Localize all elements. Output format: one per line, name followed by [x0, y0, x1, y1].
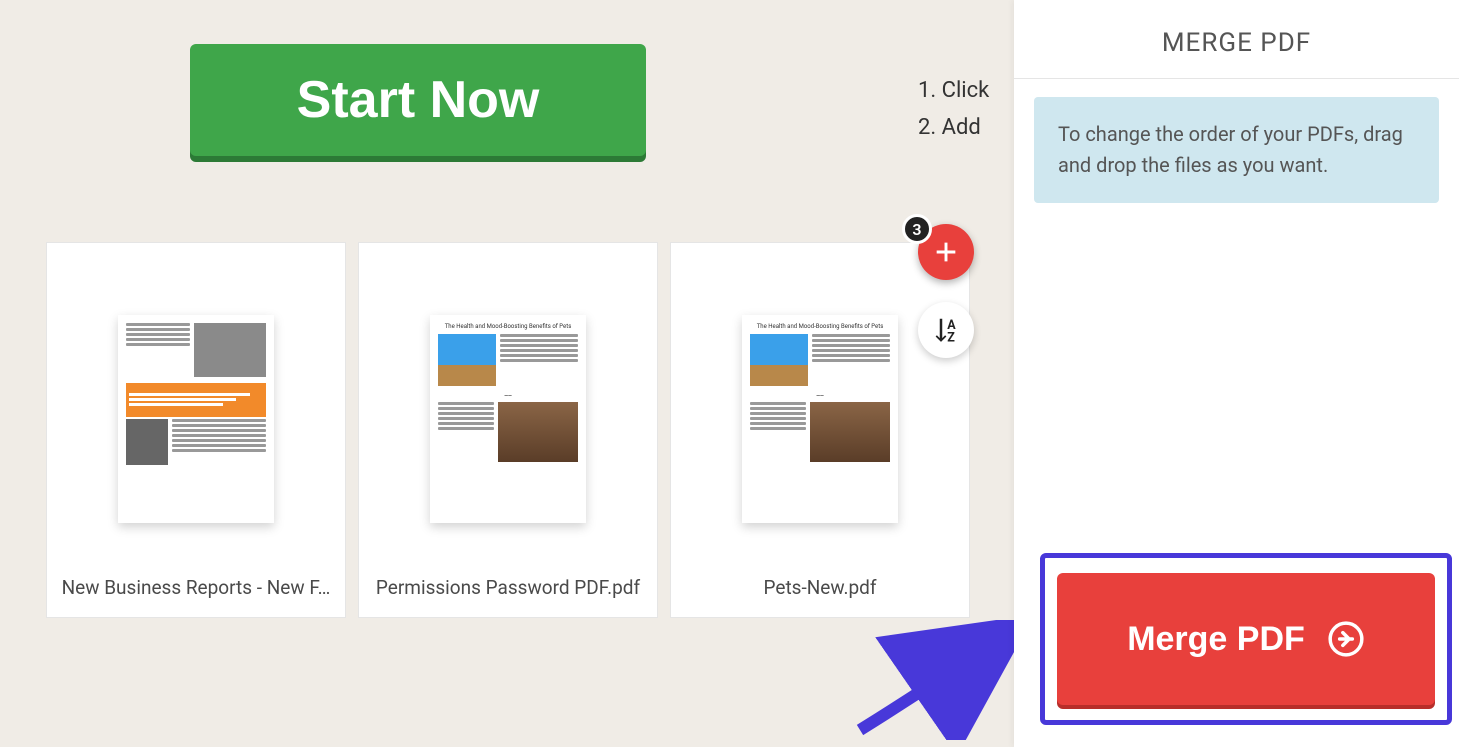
merge-side-panel: MERGE PDF To change the order of your PD… [1014, 0, 1459, 747]
instructions-list: 1. Click 2. Add [918, 72, 989, 147]
arrow-right-circle-icon [1327, 620, 1365, 658]
file-thumbnail: The Health and Mood-Boosting Benefits of… [359, 243, 657, 548]
file-thumbnail: The Health and Mood-Boosting Benefits of… [671, 243, 969, 548]
main-area: Start Now 1. Click 2. Add New [0, 0, 1014, 747]
file-card[interactable]: New Business Reports - New F… [46, 242, 346, 618]
start-now-button[interactable]: Start Now [190, 44, 646, 156]
plus-icon [932, 238, 960, 266]
file-name-label: Permissions Password PDF.pdf [359, 576, 657, 599]
merge-button-label: Merge PDF [1127, 620, 1305, 659]
svg-text:Z: Z [947, 330, 955, 345]
merge-pdf-button[interactable]: Merge PDF [1057, 573, 1435, 705]
file-name-label: Pets-New.pdf [671, 576, 969, 599]
file-thumbnail [47, 243, 345, 548]
files-row: New Business Reports - New F… The Health… [46, 242, 970, 618]
file-count-badge: 3 [902, 214, 932, 244]
file-name-label: New Business Reports - New F… [47, 576, 345, 599]
file-card[interactable]: The Health and Mood-Boosting Benefits of… [358, 242, 658, 618]
info-box: To change the order of your PDFs, drag a… [1034, 97, 1439, 203]
panel-title: MERGE PDF [1014, 0, 1459, 79]
merge-button-highlight: Merge PDF [1040, 553, 1452, 725]
sort-alphabetical-button[interactable]: AZ [918, 302, 974, 358]
sort-az-icon: AZ [931, 315, 961, 345]
file-card[interactable]: The Health and Mood-Boosting Benefits of… [670, 242, 970, 618]
annotation-arrow-icon [850, 620, 1020, 740]
instruction-2: 2. Add [918, 109, 989, 146]
instruction-1: 1. Click [918, 72, 989, 109]
